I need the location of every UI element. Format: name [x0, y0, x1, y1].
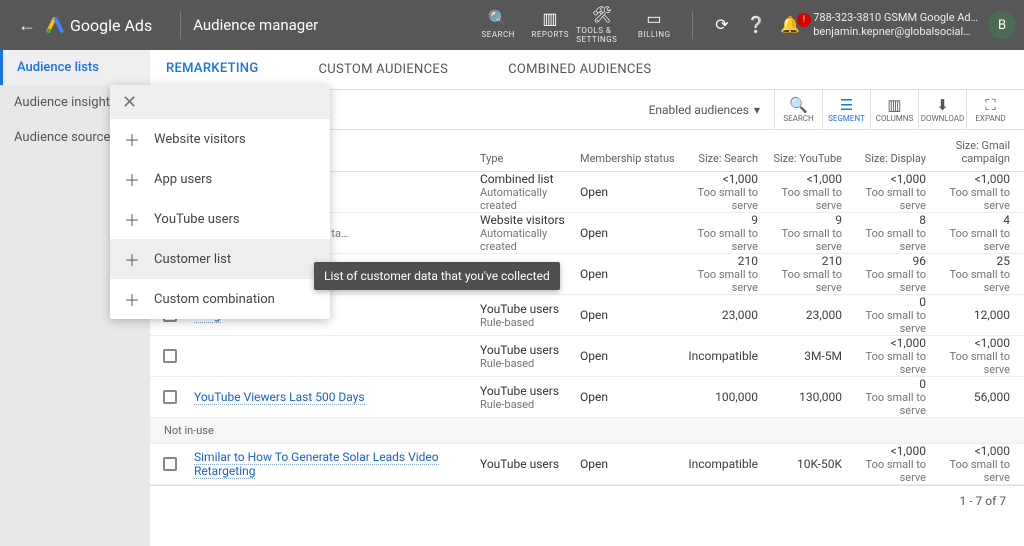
tooltip-customer-list: List of customer data that you've collec…	[314, 262, 560, 290]
app-header: ← Google Ads Audience manager 🔍SEARCH ▥R…	[0, 0, 1024, 50]
account-line2: benjamin.kepner@globalsocial…	[813, 25, 978, 39]
col-size-search[interactable]: Size: Search	[688, 152, 772, 165]
toolbar-segment[interactable]: ☰SEGMENT	[822, 90, 870, 129]
google-ads-icon	[46, 16, 64, 34]
expand-icon: ⛶	[985, 96, 996, 114]
tab-remarketing[interactable]: REMARKETING	[156, 50, 268, 89]
table-row: YouTube usersRule-basedOpenIncompatible3…	[150, 336, 1024, 377]
col-size-display[interactable]: Size: Display	[856, 152, 940, 165]
menu-item-website-visitors[interactable]: ＋Website visitors	[110, 119, 330, 159]
audience-filter-dropdown[interactable]: Enabled audiences ▾	[649, 103, 760, 117]
menu-item-customer-list[interactable]: ＋Customer list	[110, 239, 330, 279]
product-name: Google Ads	[70, 16, 152, 35]
row-checkbox[interactable]	[163, 457, 177, 471]
search-icon: 🔍	[789, 96, 808, 114]
tab-custom-audiences[interactable]: CUSTOM AUDIENCES	[308, 50, 458, 89]
menu-item-app-users[interactable]: ＋App users	[110, 159, 330, 199]
pager: 1 - 7 of 7	[150, 485, 1024, 515]
table-row: YouTube Viewers Last 500 DaysYouTube use…	[150, 377, 1024, 418]
section-not-in-use: Not in-use	[150, 418, 1024, 444]
account-info[interactable]: 788-323-3810 GSMM Google Ad… benjamin.ke…	[813, 11, 978, 40]
notification-badge: !	[797, 13, 811, 27]
help-icon: ❔	[746, 17, 766, 33]
help-button[interactable]: ❔	[739, 17, 773, 33]
divider	[692, 11, 693, 39]
notifications-button[interactable]: 🔔 !	[773, 17, 807, 33]
col-type[interactable]: Type	[480, 152, 580, 165]
plus-icon: ＋	[124, 207, 140, 231]
header-billing[interactable]: ▭BILLING	[628, 11, 680, 39]
menu-item-youtube-users[interactable]: ＋YouTube users	[110, 199, 330, 239]
toolbar-download[interactable]: ⬇DOWNLOAD	[918, 90, 966, 129]
header-reports[interactable]: ▥REPORTS	[524, 11, 576, 39]
refresh-icon: ⟳	[715, 17, 729, 33]
table-row: Similar to How To Generate Solar Leads V…	[150, 444, 1024, 485]
menu-item-custom-combination[interactable]: ＋Custom combination	[110, 279, 330, 319]
plus-icon: ＋	[124, 127, 140, 151]
plus-icon: ＋	[124, 167, 140, 191]
product-logo[interactable]: Google Ads	[46, 16, 168, 35]
tabs: REMARKETING CUSTOM AUDIENCES COMBINED AU…	[150, 50, 1024, 90]
col-size-gmail[interactable]: Size: Gmail campaign	[940, 139, 1024, 165]
create-audience-menu: ✕ ＋Website visitors＋App users＋YouTube us…	[110, 85, 330, 319]
search-icon: 🔍	[488, 11, 508, 27]
avatar[interactable]: B	[988, 11, 1016, 39]
download-icon: ⬇	[936, 96, 949, 114]
audience-name-link[interactable]: YouTube Viewers Last 500 Days	[194, 390, 365, 405]
col-membership[interactable]: Membership status	[580, 152, 688, 165]
section-title: Audience manager	[193, 16, 318, 34]
billing-icon: ▭	[646, 11, 662, 27]
columns-icon: ▥	[887, 96, 901, 114]
account-line1: 788-323-3810 GSMM Google Ad…	[813, 11, 978, 25]
filter-label: Enabled audiences	[649, 103, 749, 117]
toolbar-columns[interactable]: ▥COLUMNS	[870, 90, 918, 129]
header-search[interactable]: 🔍SEARCH	[472, 11, 524, 39]
table-body-notinuse: Similar to How To Generate Solar Leads V…	[150, 444, 1024, 485]
plus-icon: ＋	[124, 247, 140, 271]
chevron-down-icon: ▾	[754, 103, 760, 117]
reports-icon: ▥	[542, 11, 558, 27]
toolbar-expand[interactable]: ⛶EXPAND	[966, 90, 1014, 129]
header-tools[interactable]: 🛠TOOLS & SETTINGS	[576, 7, 628, 44]
close-icon[interactable]: ✕	[122, 92, 137, 113]
nav-audience-lists[interactable]: Audience lists	[0, 50, 150, 85]
row-checkbox[interactable]	[163, 390, 177, 404]
divider	[180, 11, 181, 39]
segment-icon: ☰	[840, 96, 853, 114]
back-arrow-icon[interactable]: ←	[8, 15, 46, 36]
row-checkbox[interactable]	[163, 349, 177, 363]
toolbar-search[interactable]: 🔍SEARCH	[774, 90, 822, 129]
refresh-button[interactable]: ⟳	[705, 17, 739, 33]
tab-combined-audiences[interactable]: COMBINED AUDIENCES	[498, 50, 661, 89]
col-size-youtube[interactable]: Size: YouTube	[772, 152, 856, 165]
menu-close-row: ✕	[110, 85, 330, 119]
tools-icon: 🛠	[592, 7, 613, 23]
plus-icon: ＋	[124, 287, 140, 311]
audience-name-link[interactable]: Similar to How To Generate Solar Leads V…	[194, 450, 439, 479]
